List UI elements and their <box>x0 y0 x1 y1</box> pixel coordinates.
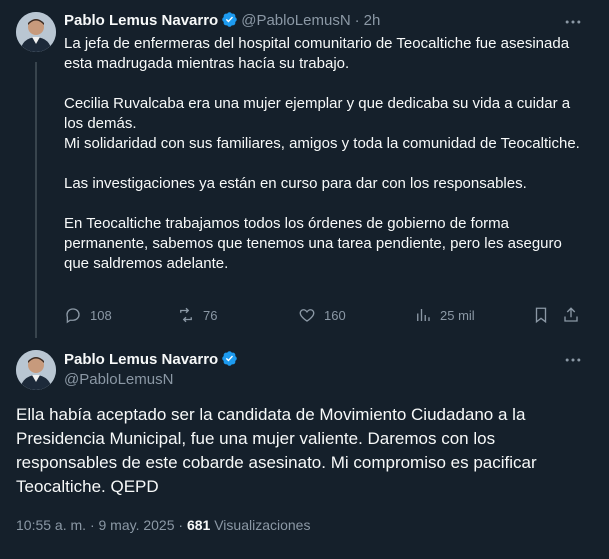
verified-badge-icon <box>222 12 237 27</box>
more-options-icon[interactable] <box>563 350 583 370</box>
views-count: 25 mil <box>440 307 475 323</box>
verified-badge-icon <box>222 351 237 366</box>
tweet-date[interactable]: 9 may. 2025 <box>99 517 175 533</box>
tweet-paragraph: Mi solidaridad con sus familiares, amigo… <box>64 135 580 152</box>
tweet-time[interactable]: 10:55 a. m. <box>16 517 86 533</box>
more-options-icon[interactable] <box>563 12 583 32</box>
main-tweet-text: Ella había aceptado ser la candidata de … <box>16 405 537 496</box>
repost-count: 76 <box>203 307 218 323</box>
bookmark-icon[interactable] <box>532 306 550 324</box>
tweet-paragraph: La jefa de enfermeras del hospital comun… <box>64 35 570 72</box>
views-button[interactable]: 25 mil <box>414 306 475 324</box>
separator-dot: · <box>354 12 360 29</box>
thread-connector-line <box>35 62 37 338</box>
separator-dot: · <box>178 517 184 533</box>
like-count: 160 <box>324 307 346 323</box>
author-handle[interactable]: @PabloLemusN <box>241 12 350 29</box>
tweet-paragraph: En Teocaltiche trabajamos todos los órde… <box>64 215 562 272</box>
repost-button[interactable]: 76 <box>177 306 217 324</box>
tweet-timestamp[interactable]: 2h <box>364 12 381 29</box>
views-icon <box>417 309 430 321</box>
like-button[interactable]: 160 <box>298 306 346 324</box>
share-icon[interactable] <box>562 306 580 324</box>
view-count: 681 <box>186 517 211 533</box>
tweet-text: La jefa de enfermeras del hospital comun… <box>64 34 584 274</box>
tweet-actions-bar: 108 76 160 25 mil <box>64 306 584 326</box>
reply-icon <box>66 308 80 324</box>
tweet-paragraph: Las investigaciones ya están en curso pa… <box>64 175 527 192</box>
author-handle[interactable]: @PabloLemusN <box>64 371 173 388</box>
tweet-metadata: 10:55 a. m. · 9 may. 2025 · 681 Visualiz… <box>16 517 310 533</box>
reply-button[interactable]: 108 <box>64 306 112 324</box>
views-label: Visualizaciones <box>214 517 311 533</box>
avatar[interactable] <box>16 350 56 390</box>
tweet1-header: Pablo Lemus Navarro @PabloLemusN · 2h <box>64 11 380 30</box>
repost-icon <box>180 307 192 323</box>
tweet-paragraph: Cecilia Ruvalcaba era una mujer ejemplar… <box>64 95 571 132</box>
author-name[interactable]: Pablo Lemus Navarro <box>64 351 218 368</box>
avatar[interactable] <box>16 12 56 52</box>
separator-dot: · <box>89 517 95 533</box>
author-name[interactable]: Pablo Lemus Navarro <box>64 12 218 29</box>
reply-count: 108 <box>90 307 112 323</box>
tweet2-author-name-row: Pablo Lemus Navarro <box>64 350 241 369</box>
like-icon <box>299 309 315 322</box>
